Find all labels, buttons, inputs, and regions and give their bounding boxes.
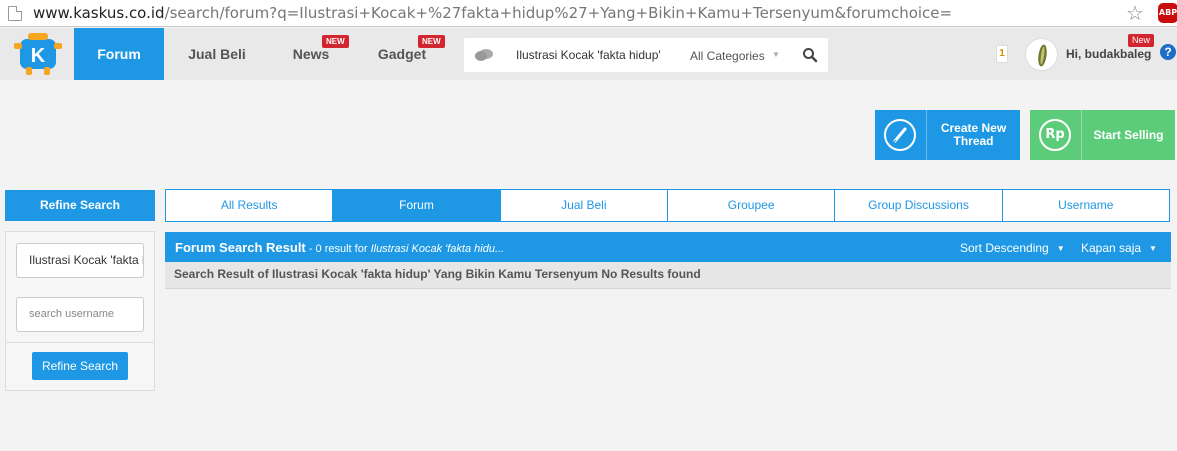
chevron-down-icon: ▼ [1149, 244, 1157, 254]
rupiah-icon-text: Rp [1045, 127, 1065, 142]
adblock-icon[interactable]: ABP [1158, 3, 1177, 23]
tab-jual-beli[interactable]: Jual Beli [501, 190, 668, 221]
refine-query-input[interactable]: Ilustrasi Kocak 'fakta hidup' [16, 243, 144, 278]
tab-username[interactable]: Username [1003, 190, 1169, 221]
refine-search-button[interactable]: Refine Search [32, 352, 128, 380]
notification-count[interactable]: 1 [996, 45, 1008, 63]
create-thread-button[interactable]: Create New Thread [875, 110, 1020, 160]
tab-groupee[interactable]: Groupee [668, 190, 836, 221]
results-count: - 0 result for [305, 243, 371, 255]
time-filter-dropdown[interactable]: Kapan saja ▼ [1081, 241, 1157, 255]
chevron-down-icon: ▼ [772, 50, 780, 59]
tab-forum[interactable]: Forum [333, 190, 501, 221]
nav-jual-beli[interactable]: Jual Beli [180, 28, 254, 80]
start-selling-button[interactable]: Rp Start Selling [1030, 110, 1175, 160]
results-title: Forum Search Result [175, 240, 306, 255]
time-filter-label: Kapan saja [1081, 241, 1142, 255]
search-icon[interactable] [802, 47, 818, 63]
top-navigation: K Forum Jual Beli News NEW Gadget NEW Il… [0, 28, 1177, 80]
gadget-new-badge: NEW [418, 35, 445, 48]
create-thread-label: Create New Thread [940, 121, 1007, 148]
user-new-badge: New [1128, 34, 1155, 47]
refine-search-panel: Ilustrasi Kocak 'fakta hidup' search use… [5, 231, 155, 391]
sort-dropdown[interactable]: Sort Descending ▼ [960, 241, 1065, 255]
chevron-down-icon: ▼ [1056, 244, 1065, 254]
start-selling-label: Start Selling [1093, 127, 1164, 142]
tab-group-discussions[interactable]: Group Discussions [835, 190, 1003, 221]
pencil-icon [875, 110, 927, 160]
search-input[interactable]: Ilustrasi Kocak 'fakta hidup' [516, 48, 661, 62]
news-new-badge: NEW [322, 35, 349, 48]
url-text[interactable]: www.kaskus.co.id/search/forum?q=Ilustras… [33, 4, 952, 22]
bookmark-star-icon[interactable]: ☆ [1126, 1, 1144, 25]
kaskus-logo[interactable]: K [12, 31, 64, 77]
user-greeting[interactable]: Hi, budakbaleg [1066, 47, 1151, 61]
divider [6, 342, 154, 343]
help-icon[interactable]: ? [1160, 44, 1176, 60]
global-search[interactable]: Ilustrasi Kocak 'fakta hidup' All Catego… [464, 38, 828, 72]
rupiah-icon: Rp [1030, 110, 1082, 160]
page-icon [8, 6, 22, 21]
url-host: www.kaskus.co.id [33, 4, 165, 22]
result-tabs: All Results Forum Jual Beli Groupee Grou… [165, 189, 1170, 222]
refine-search-heading: Refine Search [5, 190, 155, 221]
category-select[interactable]: All Categories [690, 49, 765, 63]
tab-all-results[interactable]: All Results [166, 190, 334, 221]
sort-label: Sort Descending [960, 241, 1049, 255]
avatar-image [1038, 44, 1047, 67]
nav-forum[interactable]: Forum [74, 28, 164, 80]
no-results-message: Search Result of Ilustrasi Kocak 'fakta … [165, 262, 1171, 289]
search-username-input[interactable]: search username [16, 297, 144, 332]
results-header: Forum Search Result - 0 result for Ilust… [165, 232, 1171, 262]
svg-text:K: K [31, 45, 46, 67]
url-path: /search/forum?q=Ilustrasi+Kocak+%27fakta… [164, 4, 953, 22]
chat-bubbles-icon [475, 49, 493, 61]
avatar[interactable] [1025, 38, 1058, 71]
results-query: Ilustrasi Kocak 'fakta hidu... [370, 243, 505, 255]
results-title-line: Forum Search Result - 0 result for Ilust… [175, 240, 504, 255]
address-bar[interactable]: www.kaskus.co.id/search/forum?q=Ilustras… [0, 0, 1177, 27]
